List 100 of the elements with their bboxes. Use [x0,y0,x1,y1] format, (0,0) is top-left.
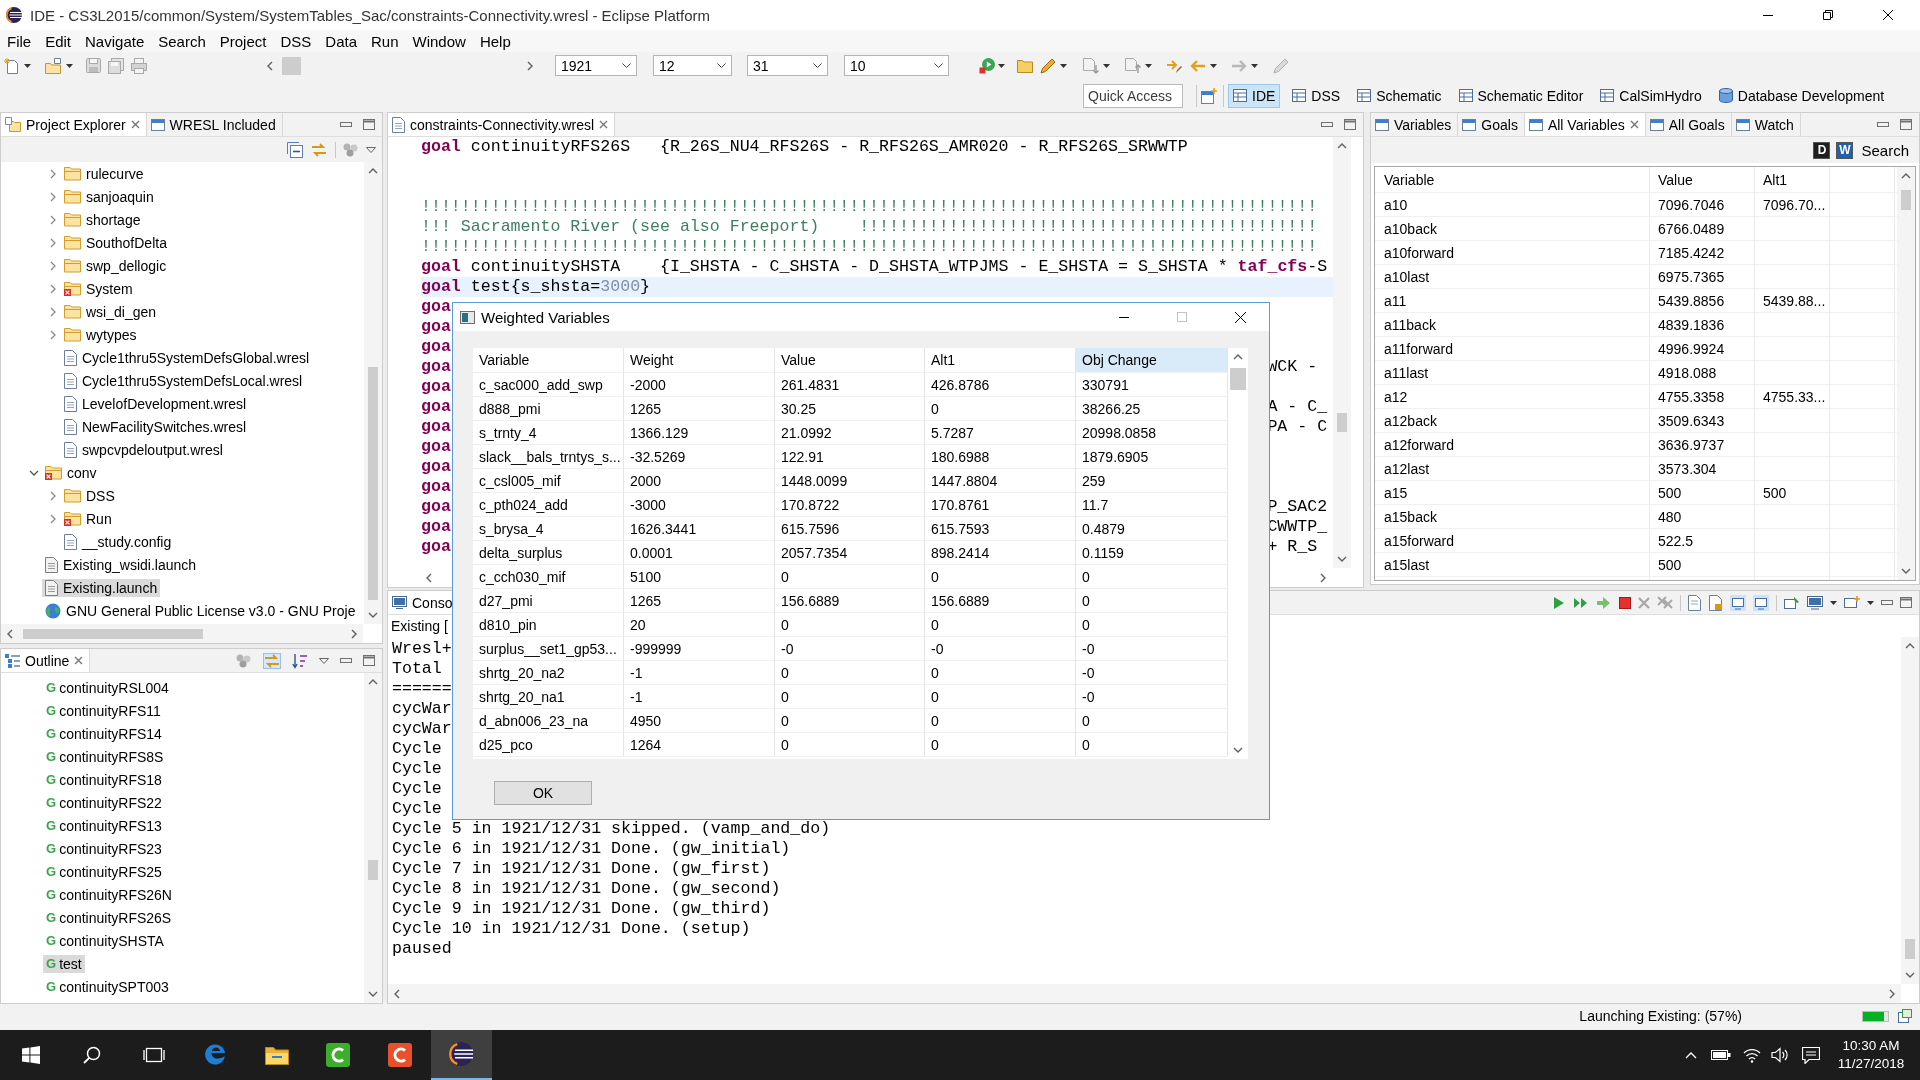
scroll-thumb[interactable] [282,56,301,75]
circles-icon[interactable] [343,142,359,157]
perspective-button[interactable]: CalSimHydro [1595,83,1707,108]
minimize-icon[interactable] [340,122,352,127]
menu-item[interactable]: Run [364,32,406,50]
scroll-right-icon[interactable] [1889,988,1895,999]
outline-item[interactable]: G continuityRFS23 [43,839,165,858]
vertical-scrollbar[interactable] [1897,167,1915,580]
window-pin-icon[interactable] [1784,595,1800,610]
tree-item[interactable]: rulecurve [61,164,147,183]
tree-item[interactable]: swpcvpdeloutput.wresl [61,440,226,459]
outline-item[interactable]: G continuityRFS13 [43,816,165,835]
outline-item[interactable]: G continuityRFS26N [43,885,175,904]
vertical-scrollbar[interactable] [364,162,382,624]
letter-button[interactable]: W [1836,141,1854,159]
collapse-all-icon[interactable] [287,141,303,158]
column-header[interactable]: Value [1649,167,1754,193]
menu-item[interactable]: DSS [273,32,319,50]
tab[interactable]: All Variables [1524,113,1646,136]
caret-icon[interactable] [1145,63,1152,68]
scroll-up-icon[interactable] [1905,643,1915,649]
perspective-button[interactable]: IDE [1228,83,1281,108]
column-header[interactable]: Alt1 [1754,167,1829,193]
minimize-icon[interactable] [1877,122,1889,127]
caret-icon[interactable] [998,63,1005,68]
scroll-up-icon[interactable] [368,679,378,685]
wifi-icon[interactable] [1743,1047,1761,1063]
tree-item[interactable]: LevelofDevelopment.wresl [61,394,250,413]
menu-item[interactable]: Data [318,32,364,50]
scroll-thumb[interactable] [1905,939,1915,959]
tree-item[interactable]: NewFacilitySwitches.wresl [61,417,250,436]
chevron-right-icon[interactable] [50,283,56,294]
menu-item[interactable]: Edit [38,32,79,50]
scroll-up-icon[interactable] [368,168,378,174]
sort-icon[interactable] [292,652,308,669]
taskbar-button[interactable] [430,1030,492,1080]
dropdown[interactable]: 31 [747,55,828,76]
scroll-left-icon[interactable] [267,60,273,71]
maximize-icon[interactable] [363,119,375,130]
chevron-up-icon[interactable] [1685,1051,1697,1059]
folder-window-icon[interactable] [45,57,61,74]
scroll-up-icon[interactable] [1901,173,1911,179]
column-header[interactable]: Value [775,348,925,373]
view-menu-icon[interactable] [319,657,329,664]
monitor-icon[interactable] [1730,594,1746,611]
dropdown[interactable]: 1921 [555,55,637,76]
tab[interactable]: Watch [1731,113,1801,136]
column-header[interactable]: Weight [624,348,775,373]
menu-item[interactable]: Navigate [78,32,152,50]
scroll-up-icon[interactable] [1337,143,1347,149]
folder-icon[interactable] [1017,58,1033,73]
perspective-button[interactable]: Schematic [1352,83,1447,108]
tree-item[interactable]: Cycle1thru5SystemDefsLocal.wresl [61,371,306,390]
tree-item[interactable]: Cycle1thru5SystemDefsGlobal.wresl [61,348,313,367]
tab[interactable]: Conso [388,591,454,614]
minimize-icon[interactable] [1321,122,1333,127]
tab[interactable]: Goals [1458,113,1525,136]
pen-icon[interactable] [1040,57,1056,74]
stop-icon[interactable] [1619,596,1631,609]
letter-button[interactable]: D [1813,141,1831,159]
tree-item[interactable]: GNU General Public License v3.0 - GNU Proje [42,601,359,620]
horizontal-scrollbar[interactable] [1,624,363,643]
tab[interactable]: Outline [1,649,91,672]
scroll-thumb[interactable] [23,628,203,639]
scroll-down-icon[interactable] [1905,972,1915,978]
tab[interactable]: Variables [1371,113,1459,136]
monitor-icon[interactable] [1753,594,1769,611]
outline-item[interactable]: G continuitySPT003 [43,977,172,996]
column-header[interactable]: Variable [473,348,624,373]
caret-icon[interactable] [1210,63,1217,68]
minimize-icon[interactable] [1881,600,1893,605]
vertical-scrollbar[interactable] [1901,637,1919,984]
scroll-right-icon[interactable] [527,60,533,71]
outline-item[interactable]: G continuityRFS26S [43,908,175,927]
outline-item[interactable]: G continuityRFS22 [43,793,165,812]
horizontal-scrollbar[interactable] [388,984,1901,1003]
page-badge-icon[interactable] [1709,594,1723,611]
outline-item[interactable]: G test [43,954,85,973]
new-file-icon[interactable] [4,57,20,74]
outline-item[interactable]: G continuityRFS14 [43,724,165,743]
play-icon[interactable] [1552,595,1566,610]
scroll-down-icon[interactable] [1901,568,1911,574]
outline-item[interactable]: G continuitySHSTA [43,931,167,950]
page-icon[interactable] [1688,594,1702,611]
maximize-icon[interactable] [363,655,375,666]
chevron-down-icon[interactable] [29,469,39,476]
double-arrow-icon[interactable] [1573,595,1589,610]
caret-icon[interactable] [1830,600,1837,605]
volume-icon[interactable] [1771,1047,1789,1063]
close-icon[interactable] [1629,120,1639,129]
maximize-icon[interactable] [1344,119,1356,130]
quick-access-field[interactable]: Quick Access [1083,83,1183,108]
tab[interactable]: WRESL Included [146,113,283,136]
menu-item[interactable]: Help [472,32,518,50]
tree-item[interactable]: __study.config [61,532,175,551]
tree-item[interactable]: swp_dellogic [61,256,170,275]
chevron-right-icon[interactable] [50,191,56,202]
circles-icon[interactable] [236,653,252,668]
tree-item[interactable]: sanjoaquin [61,187,157,206]
caret-icon[interactable] [1103,63,1110,68]
